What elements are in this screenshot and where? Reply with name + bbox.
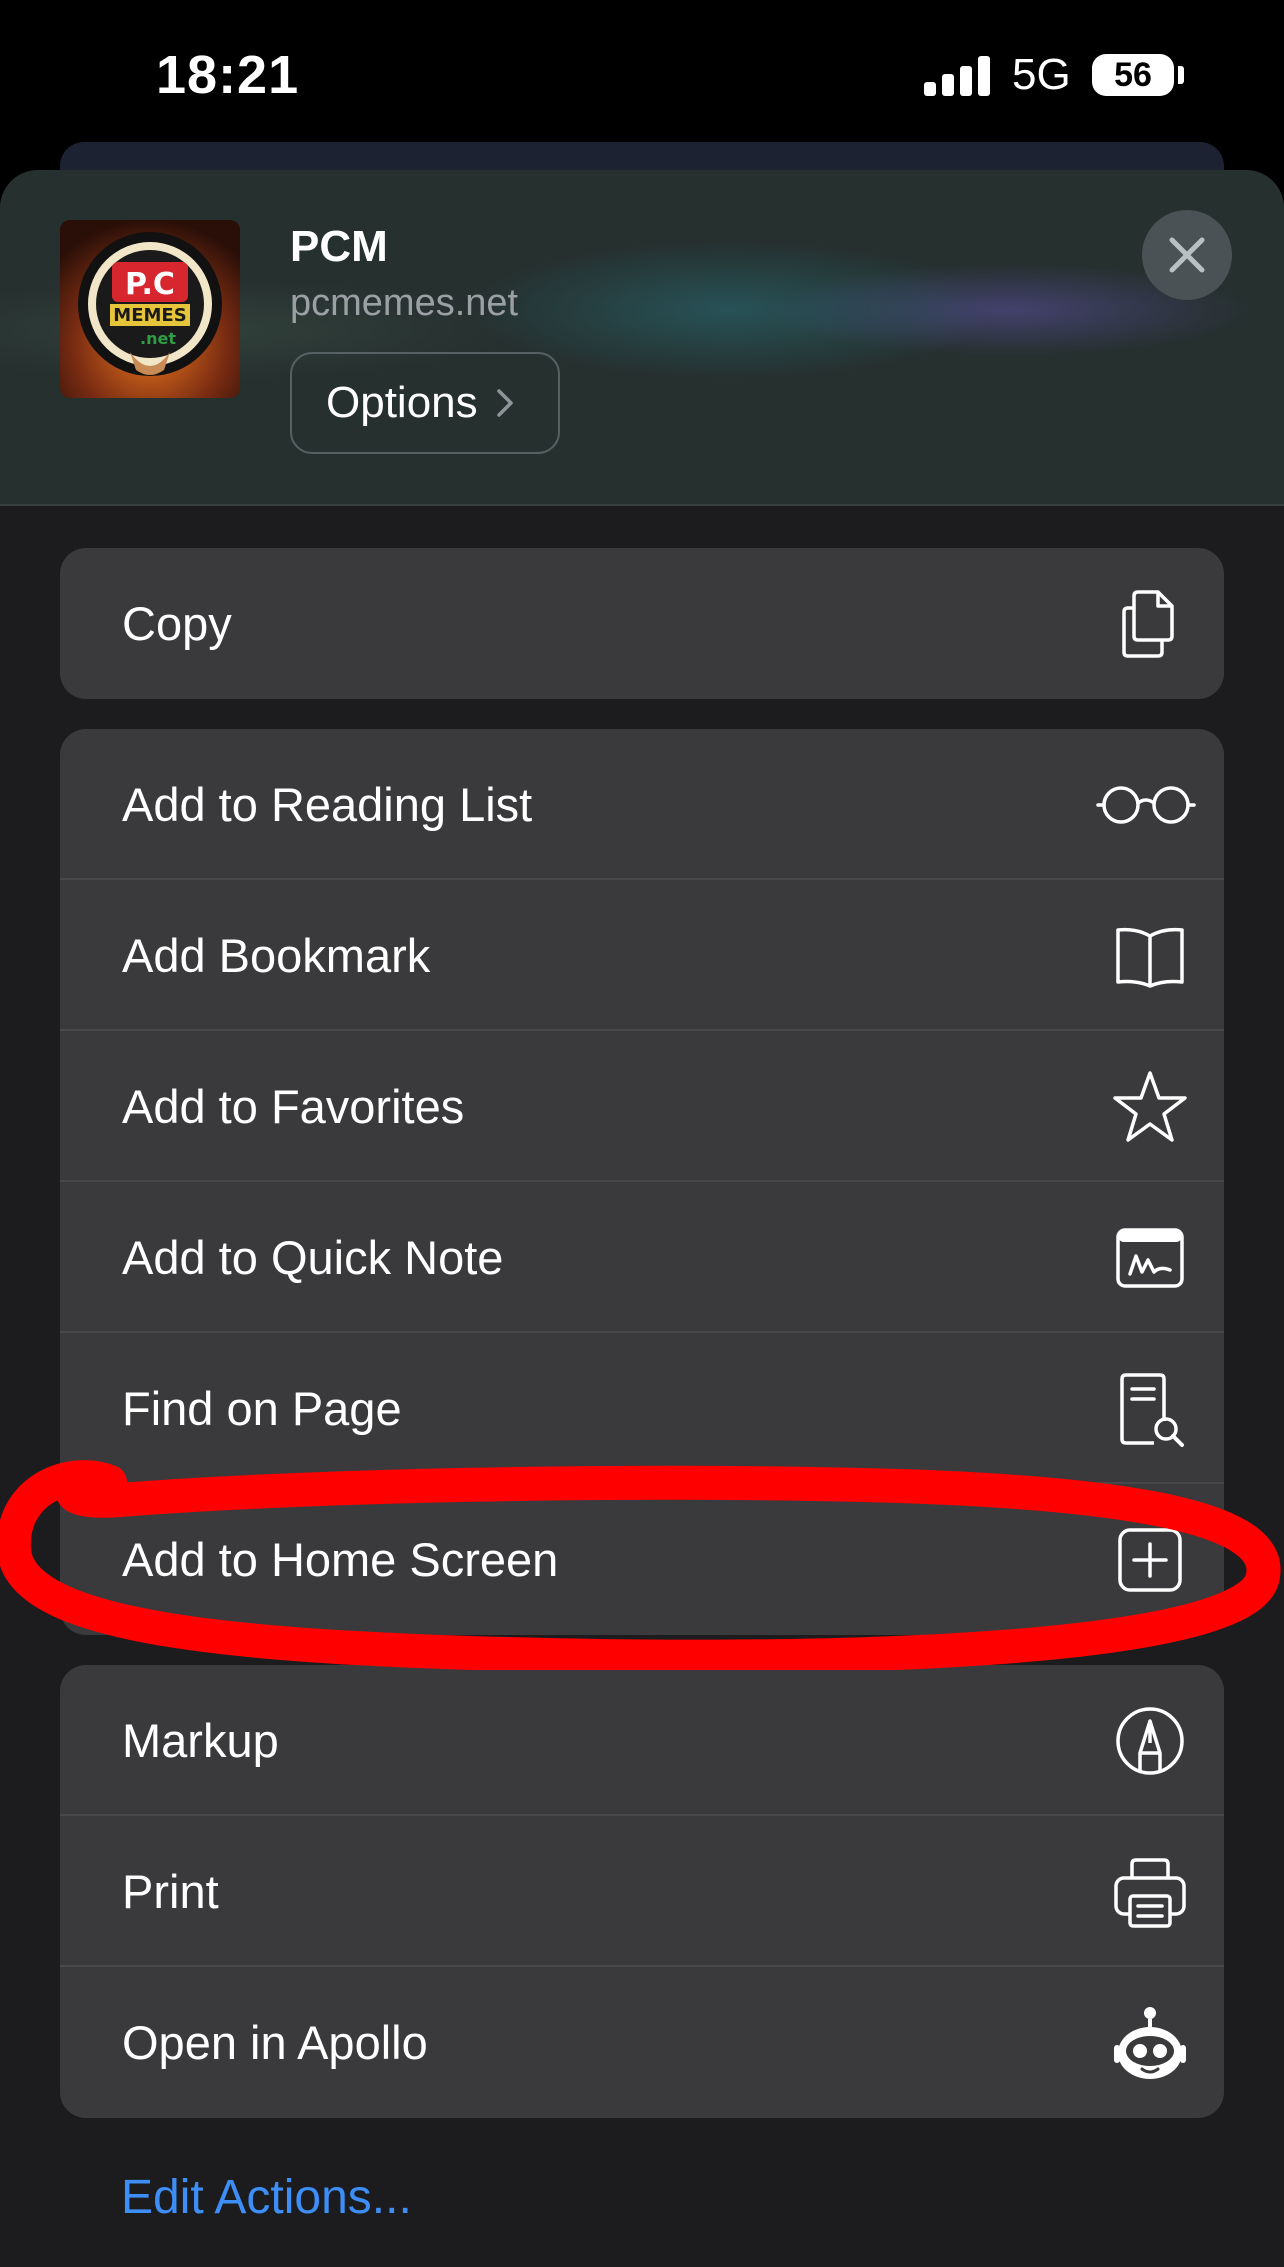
action-group-page: Add to Reading List Add Bookmark Add to … [60,729,1224,1635]
cellular-signal-icon [924,56,990,96]
site-url: pcmemes.net [290,282,519,324]
status-time: 18:21 [156,45,300,105]
battery-icon: 56 [1092,54,1174,96]
status-bar: 18:21 5G 56 [0,0,1284,150]
close-button[interactable] [1142,210,1232,300]
action-label: Find on Page [122,1382,402,1435]
svg-text:P.C: P.C [125,267,175,302]
apollo-robot-icon [1114,2007,1186,2079]
star-icon [1113,1071,1187,1142]
action-find-on-page[interactable]: Find on Page [60,1333,1224,1484]
action-label: Copy [122,597,232,650]
action-label: Add to Quick Note [122,1231,504,1284]
action-markup[interactable]: Markup [60,1665,1224,1816]
site-title: PCM [290,222,388,271]
action-copy[interactable]: Copy [60,548,1224,699]
action-print[interactable]: Print [60,1816,1224,1967]
options-label: Options [326,378,478,427]
network-type: 5G [1012,50,1071,99]
plus-square-icon [1118,1528,1182,1592]
action-add-to-favorites[interactable]: Add to Favorites [60,1031,1224,1182]
action-label: Print [122,1865,219,1918]
glasses-icon [1096,786,1196,824]
action-label: Add to Favorites [122,1080,465,1133]
svg-text:MEMES: MEMES [113,305,186,326]
find-document-icon [1120,1373,1184,1447]
action-add-to-home-screen[interactable]: Add to Home Screen [60,1484,1224,1635]
action-add-bookmark[interactable]: Add Bookmark [60,880,1224,1031]
svg-text:.net: .net [140,329,176,348]
action-label: Add Bookmark [122,929,431,982]
action-add-to-quick-note[interactable]: Add to Quick Note [60,1182,1224,1333]
options-button[interactable]: Options [290,352,560,454]
close-icon [1169,237,1205,273]
action-label: Markup [122,1714,279,1767]
site-thumbnail: P.C MEMES .net [60,220,240,398]
action-label: Add to Home Screen [122,1533,559,1586]
markup-pen-icon [1116,1707,1184,1775]
action-add-to-reading-list[interactable]: Add to Reading List [60,729,1224,880]
action-group-tools: Markup Print Open in Apollo [60,1665,1224,2118]
quick-note-icon [1116,1228,1184,1288]
action-open-in-apollo[interactable]: Open in Apollo [60,1967,1224,2118]
action-label: Add to Reading List [122,778,533,831]
action-group-copy: Copy [60,548,1224,699]
action-label: Open in Apollo [122,2016,428,2069]
share-sheet-header: P.C MEMES .net PCM pcmemes.net Options [0,170,1284,506]
book-icon [1116,927,1184,988]
printer-icon [1114,1858,1186,1928]
edit-actions-link[interactable]: Edit Actions... [121,2170,412,2225]
battery-tip [1178,66,1184,84]
chevron-right-icon [496,389,513,417]
copy-icon [1122,590,1174,658]
